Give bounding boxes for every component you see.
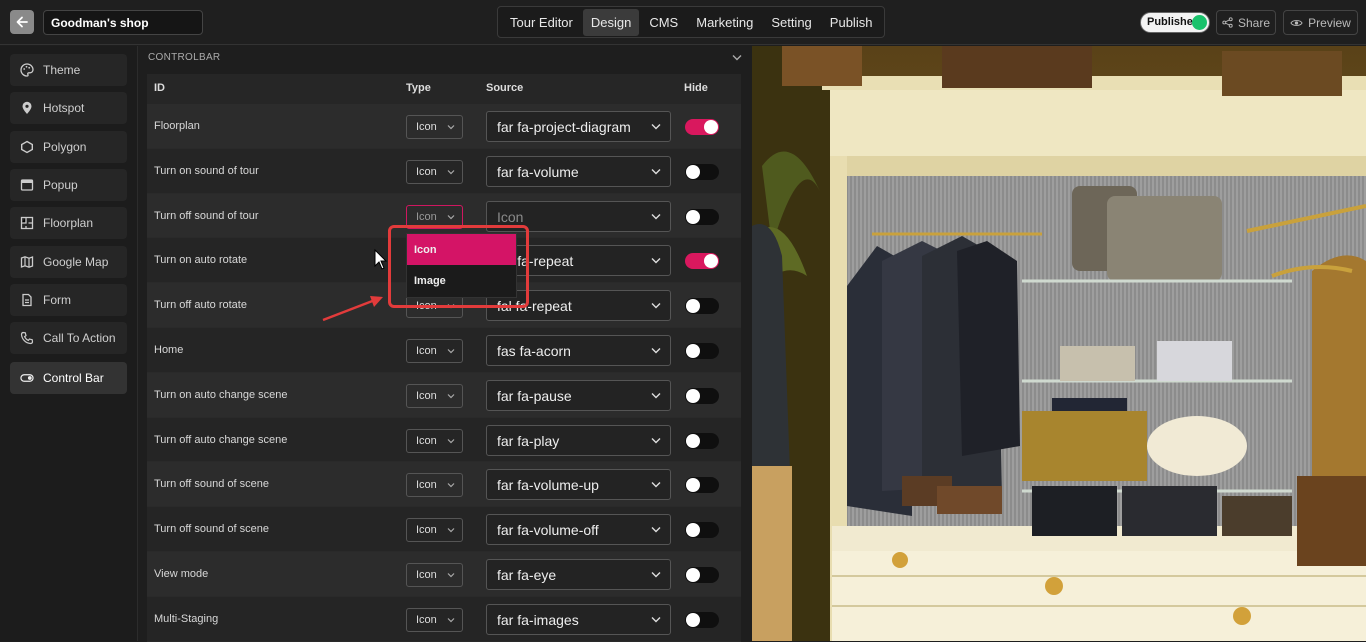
mouse-cursor-icon <box>374 248 388 270</box>
scene-illustration <box>752 46 1366 641</box>
annotation-arrow <box>322 296 383 322</box>
scene-preview-image[interactable] <box>752 46 1366 641</box>
